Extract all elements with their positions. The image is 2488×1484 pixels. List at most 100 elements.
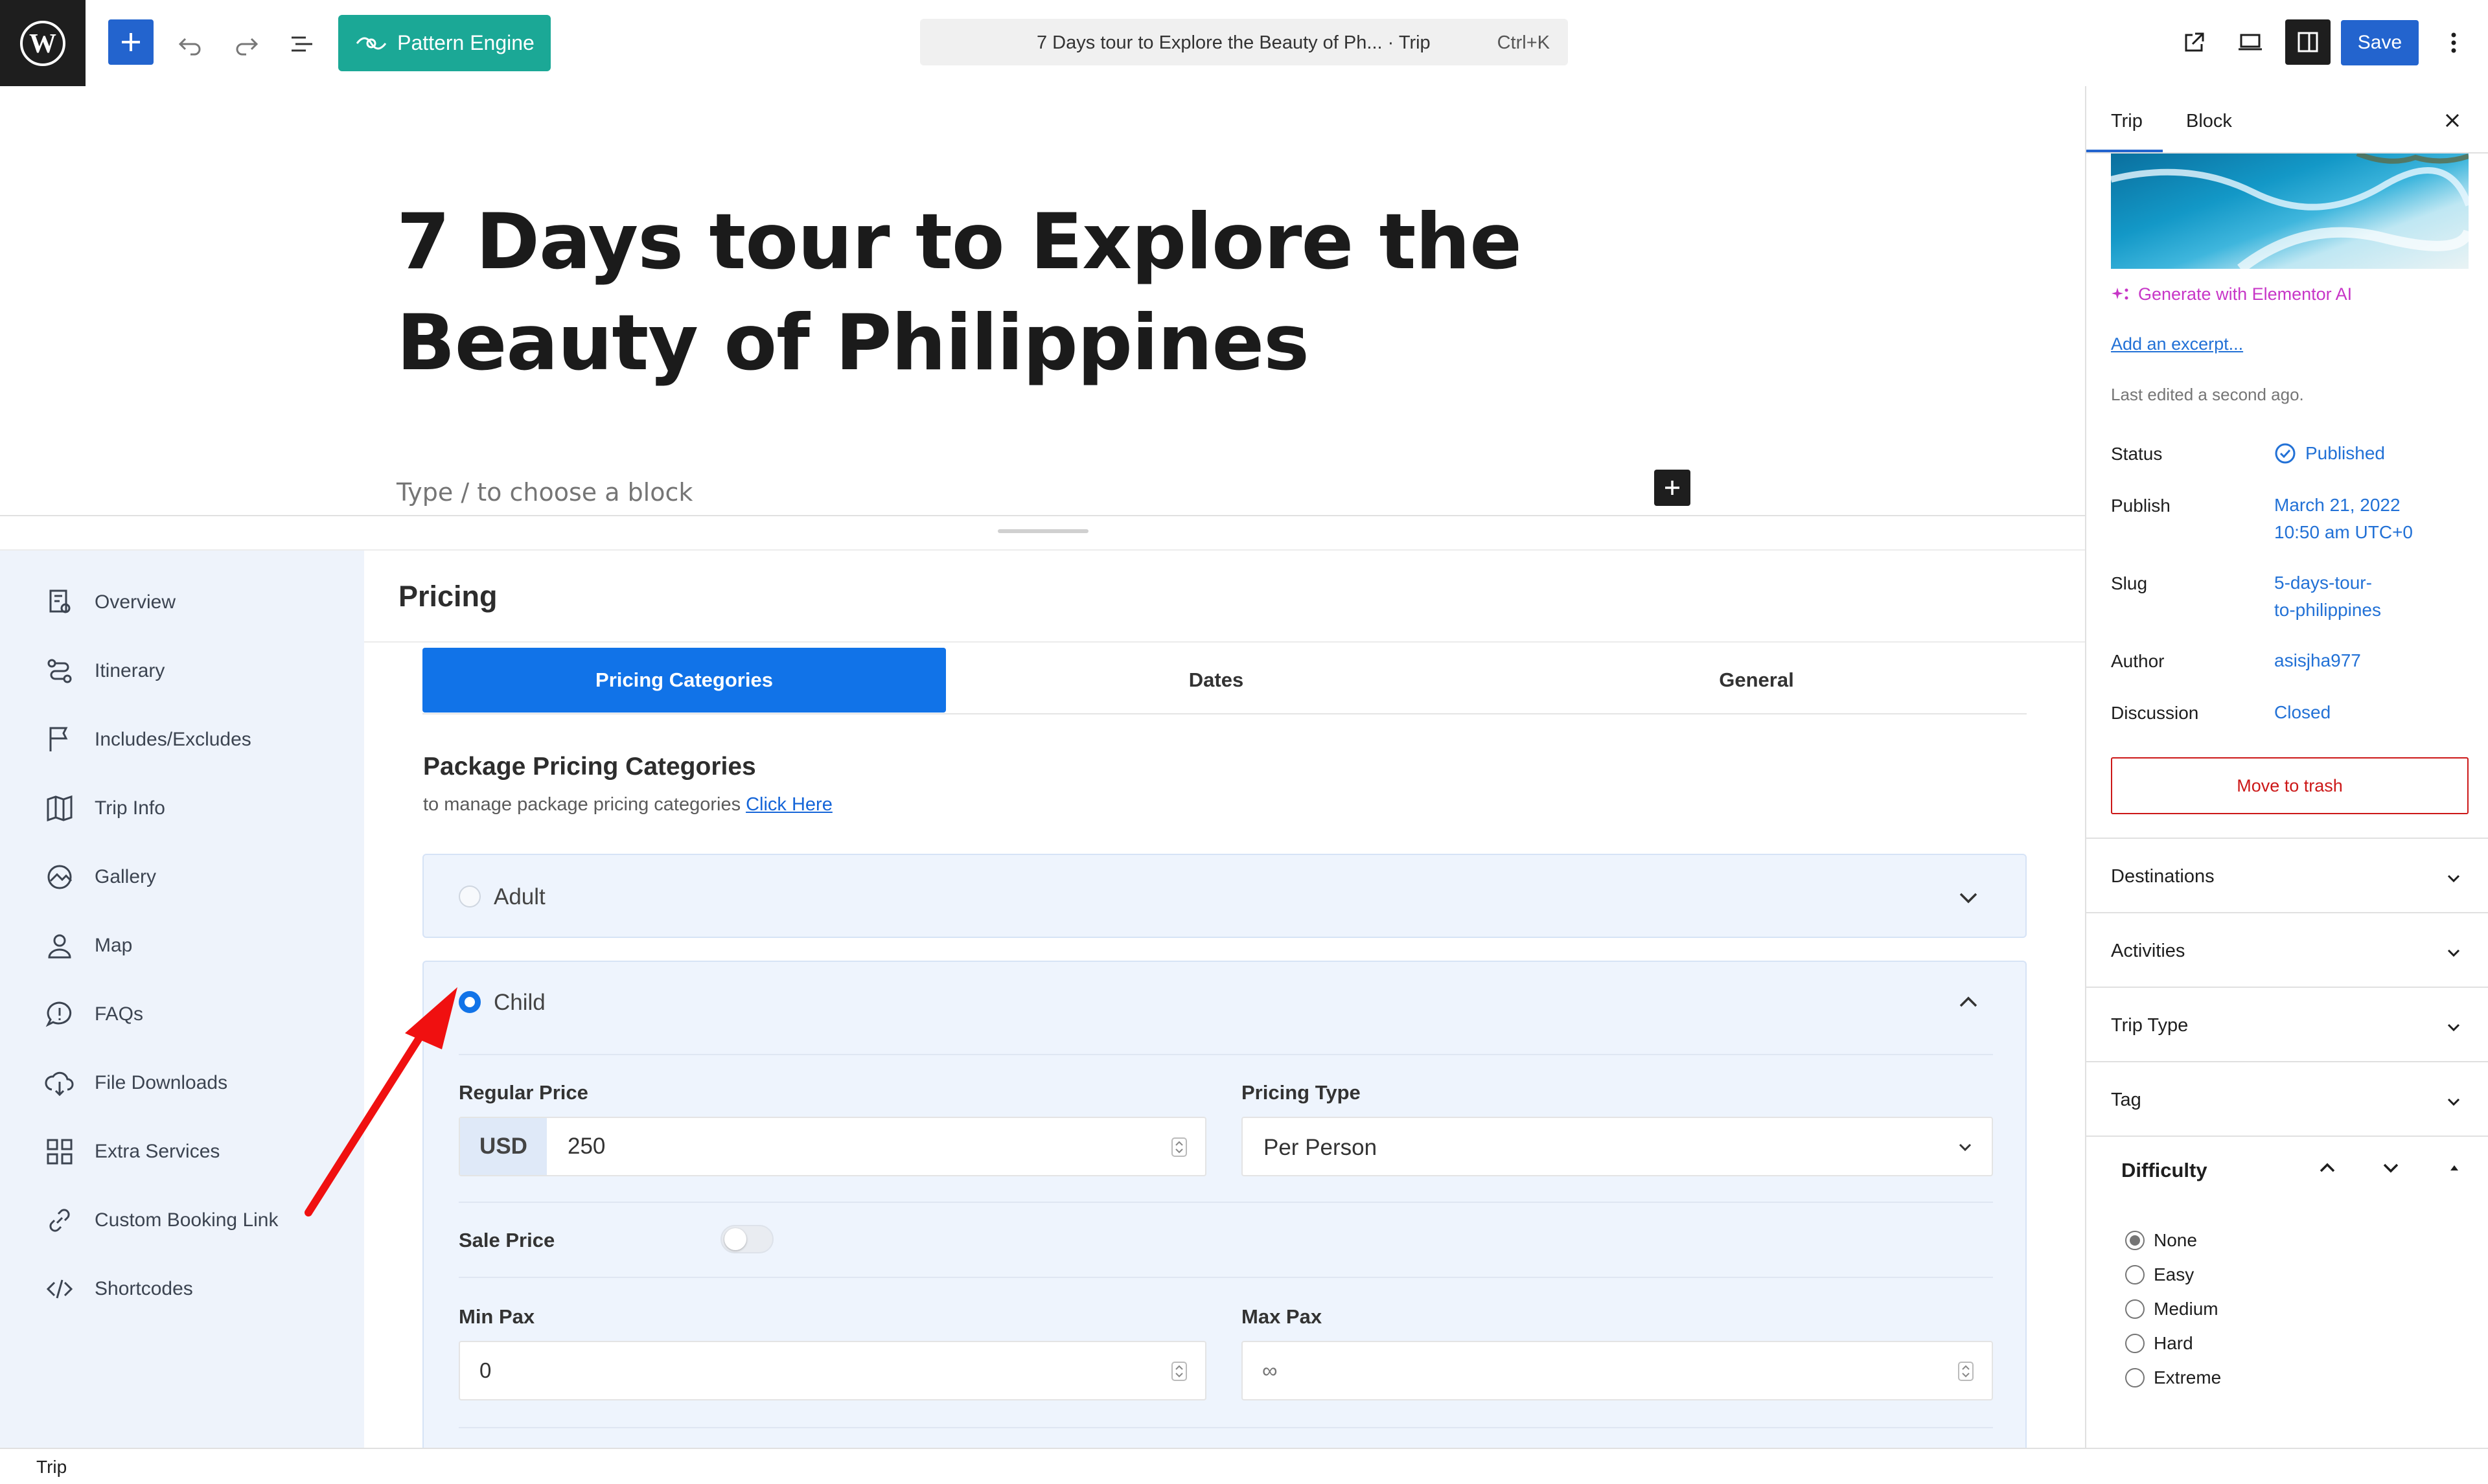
top-toolbar: W Pattern Engine 7 Days tour to Explore …	[0, 0, 2488, 86]
toggle-knob	[724, 1228, 746, 1250]
sparkle-icon	[2112, 287, 2128, 299]
status-value[interactable]: Published	[2274, 440, 2385, 467]
author-value[interactable]: asisjha977	[2274, 647, 2361, 674]
nav-item-file-downloads[interactable]: File Downloads	[44, 1064, 227, 1102]
nav-item-trip-info[interactable]: Trip Info	[44, 789, 165, 828]
category-label: Adult	[494, 884, 546, 909]
nav-item-faqs[interactable]: FAQs	[44, 995, 143, 1034]
pattern-engine-button[interactable]: Pattern Engine	[338, 15, 551, 71]
block-inserter-button[interactable]	[1654, 470, 1690, 506]
tab-general[interactable]: General	[1486, 648, 2027, 713]
regular-price-input[interactable]	[547, 1118, 1195, 1175]
slug-value[interactable]: 5-days-tour-to-philippines	[2274, 569, 2381, 624]
move-to-trash-button[interactable]: Move to trash	[2111, 757, 2469, 814]
generate-ai-label: Generate with Elementor AI	[2138, 284, 2353, 304]
publish-label: Publish	[2111, 496, 2171, 516]
nav-item-gallery[interactable]: Gallery	[44, 858, 156, 896]
undo-icon[interactable]	[172, 26, 209, 62]
tabs-underline	[422, 713, 2027, 714]
difficulty-option-none[interactable]: None	[2125, 1227, 2197, 1253]
panel-destinations[interactable]: Destinations	[2086, 838, 2488, 912]
tab-trip[interactable]: Trip	[2111, 111, 2143, 132]
nav-item-itinerary[interactable]: Itinerary	[44, 652, 165, 691]
min-pax-field	[459, 1341, 1206, 1400]
collapse-arrow-icon[interactable]	[2448, 1161, 2461, 1174]
publish-date: March 21, 2022	[2274, 495, 2401, 515]
number-spinner-icon[interactable]	[1958, 1362, 1974, 1381]
field-divider	[459, 1427, 1993, 1428]
difficulty-title: Difficulty	[2121, 1159, 2207, 1181]
panel-label: Destinations	[2111, 866, 2215, 887]
regular-price-field: USD	[459, 1117, 1206, 1176]
move-up-icon[interactable]	[2316, 1156, 2339, 1180]
number-spinner-icon[interactable]	[1171, 1137, 1187, 1157]
nav-item-custom-booking-link[interactable]: Custom Booking Link	[44, 1201, 278, 1240]
panel-tag[interactable]: Tag	[2086, 1061, 2488, 1136]
chevron-down-icon[interactable]	[1955, 885, 1981, 911]
pricing-type-select[interactable]: Per Person	[1241, 1117, 1993, 1176]
nav-item-shortcodes[interactable]: Shortcodes	[44, 1270, 193, 1308]
footer-breadcrumb-bar: Trip	[0, 1448, 2488, 1484]
radio-icon	[2125, 1334, 2145, 1353]
annotation-arrow	[305, 987, 457, 1216]
pricing-type-label: Pricing Type	[1241, 1081, 1361, 1104]
overview-icon	[49, 589, 71, 613]
nav-item-map[interactable]: Map	[44, 926, 132, 965]
featured-image[interactable]	[2111, 154, 2469, 269]
sale-price-toggle[interactable]	[720, 1225, 774, 1253]
adult-radio[interactable]	[459, 885, 481, 908]
nav-item-extra-services[interactable]: Extra Services	[44, 1132, 220, 1171]
tab-block[interactable]: Block	[2186, 111, 2232, 132]
min-pax-label: Min Pax	[459, 1305, 535, 1328]
document-overview-icon[interactable]	[284, 26, 320, 62]
difficulty-option-label: Extreme	[2154, 1367, 2222, 1387]
device-preview-icon[interactable]	[2232, 25, 2268, 61]
nav-label: Includes/Excludes	[95, 729, 251, 750]
save-button[interactable]: Save	[2341, 20, 2419, 65]
published-check-icon	[2275, 443, 2296, 464]
code-icon	[46, 1279, 73, 1299]
breadcrumb-trip[interactable]: Trip	[36, 1457, 67, 1478]
discussion-label: Discussion	[2111, 703, 2199, 723]
difficulty-option-medium[interactable]: Medium	[2125, 1296, 2218, 1322]
package-pricing-title: Package Pricing Categories	[423, 753, 756, 781]
max-pax-input[interactable]	[1243, 1342, 1942, 1399]
tab-pricing-categories[interactable]: Pricing Categories	[422, 648, 946, 713]
slug-line-1: 5-days-tour-	[2274, 573, 2372, 593]
difficulty-option-easy[interactable]: Easy	[2125, 1262, 2194, 1288]
difficulty-option-extreme[interactable]: Extreme	[2125, 1365, 2221, 1391]
difficulty-option-hard[interactable]: Hard	[2125, 1330, 2193, 1356]
nav-item-includes-excludes[interactable]: Includes/Excludes	[44, 720, 251, 759]
document-title: 7 Days tour to Explore the Beauty of Ph.…	[1037, 32, 1431, 53]
command-palette-bar[interactable]: 7 Days tour to Explore the Beauty of Ph.…	[920, 19, 1568, 65]
status-text: Published	[2305, 443, 2385, 463]
publish-value[interactable]: March 21, 2022 10:50 am UTC+0	[2274, 492, 2413, 546]
pricing-tabs: Pricing Categories Dates General	[422, 648, 2027, 713]
block-placeholder[interactable]: Type / to choose a block	[397, 478, 693, 507]
settings-sidebar-toggle[interactable]	[2285, 19, 2331, 65]
panel-trip-type[interactable]: Trip Type	[2086, 987, 2488, 1061]
metabox-resize-handle[interactable]	[998, 529, 1088, 533]
number-spinner-icon[interactable]	[1171, 1362, 1187, 1381]
options-menu-icon[interactable]	[2437, 25, 2470, 61]
chevron-up-icon[interactable]	[1955, 989, 1981, 1015]
discussion-value[interactable]: Closed	[2274, 699, 2331, 726]
min-pax-input[interactable]	[460, 1342, 1160, 1399]
generate-ai-link[interactable]: Generate with Elementor AI	[2111, 284, 2352, 304]
redo-icon[interactable]	[228, 26, 264, 62]
child-header-divider	[459, 1054, 1993, 1055]
add-block-button[interactable]	[108, 19, 154, 65]
panel-activities[interactable]: Activities	[2086, 912, 2488, 987]
max-pax-label: Max Pax	[1241, 1305, 1322, 1328]
tab-dates[interactable]: Dates	[946, 648, 1486, 713]
add-excerpt-link[interactable]: Add an excerpt...	[2111, 334, 2243, 354]
nav-label: File Downloads	[95, 1072, 228, 1093]
nav-item-overview[interactable]: Overview	[44, 583, 176, 622]
move-down-icon[interactable]	[2379, 1156, 2402, 1180]
view-post-icon[interactable]	[2176, 25, 2212, 61]
pricing-category-adult[interactable]: Adult	[422, 854, 2027, 938]
post-title[interactable]: 7 Days tour to Explore the Beauty of Phi…	[397, 192, 1692, 394]
click-here-link[interactable]: Click Here	[746, 794, 833, 815]
close-icon[interactable]	[2441, 109, 2463, 131]
wordpress-logo-icon[interactable]: W	[0, 0, 86, 86]
